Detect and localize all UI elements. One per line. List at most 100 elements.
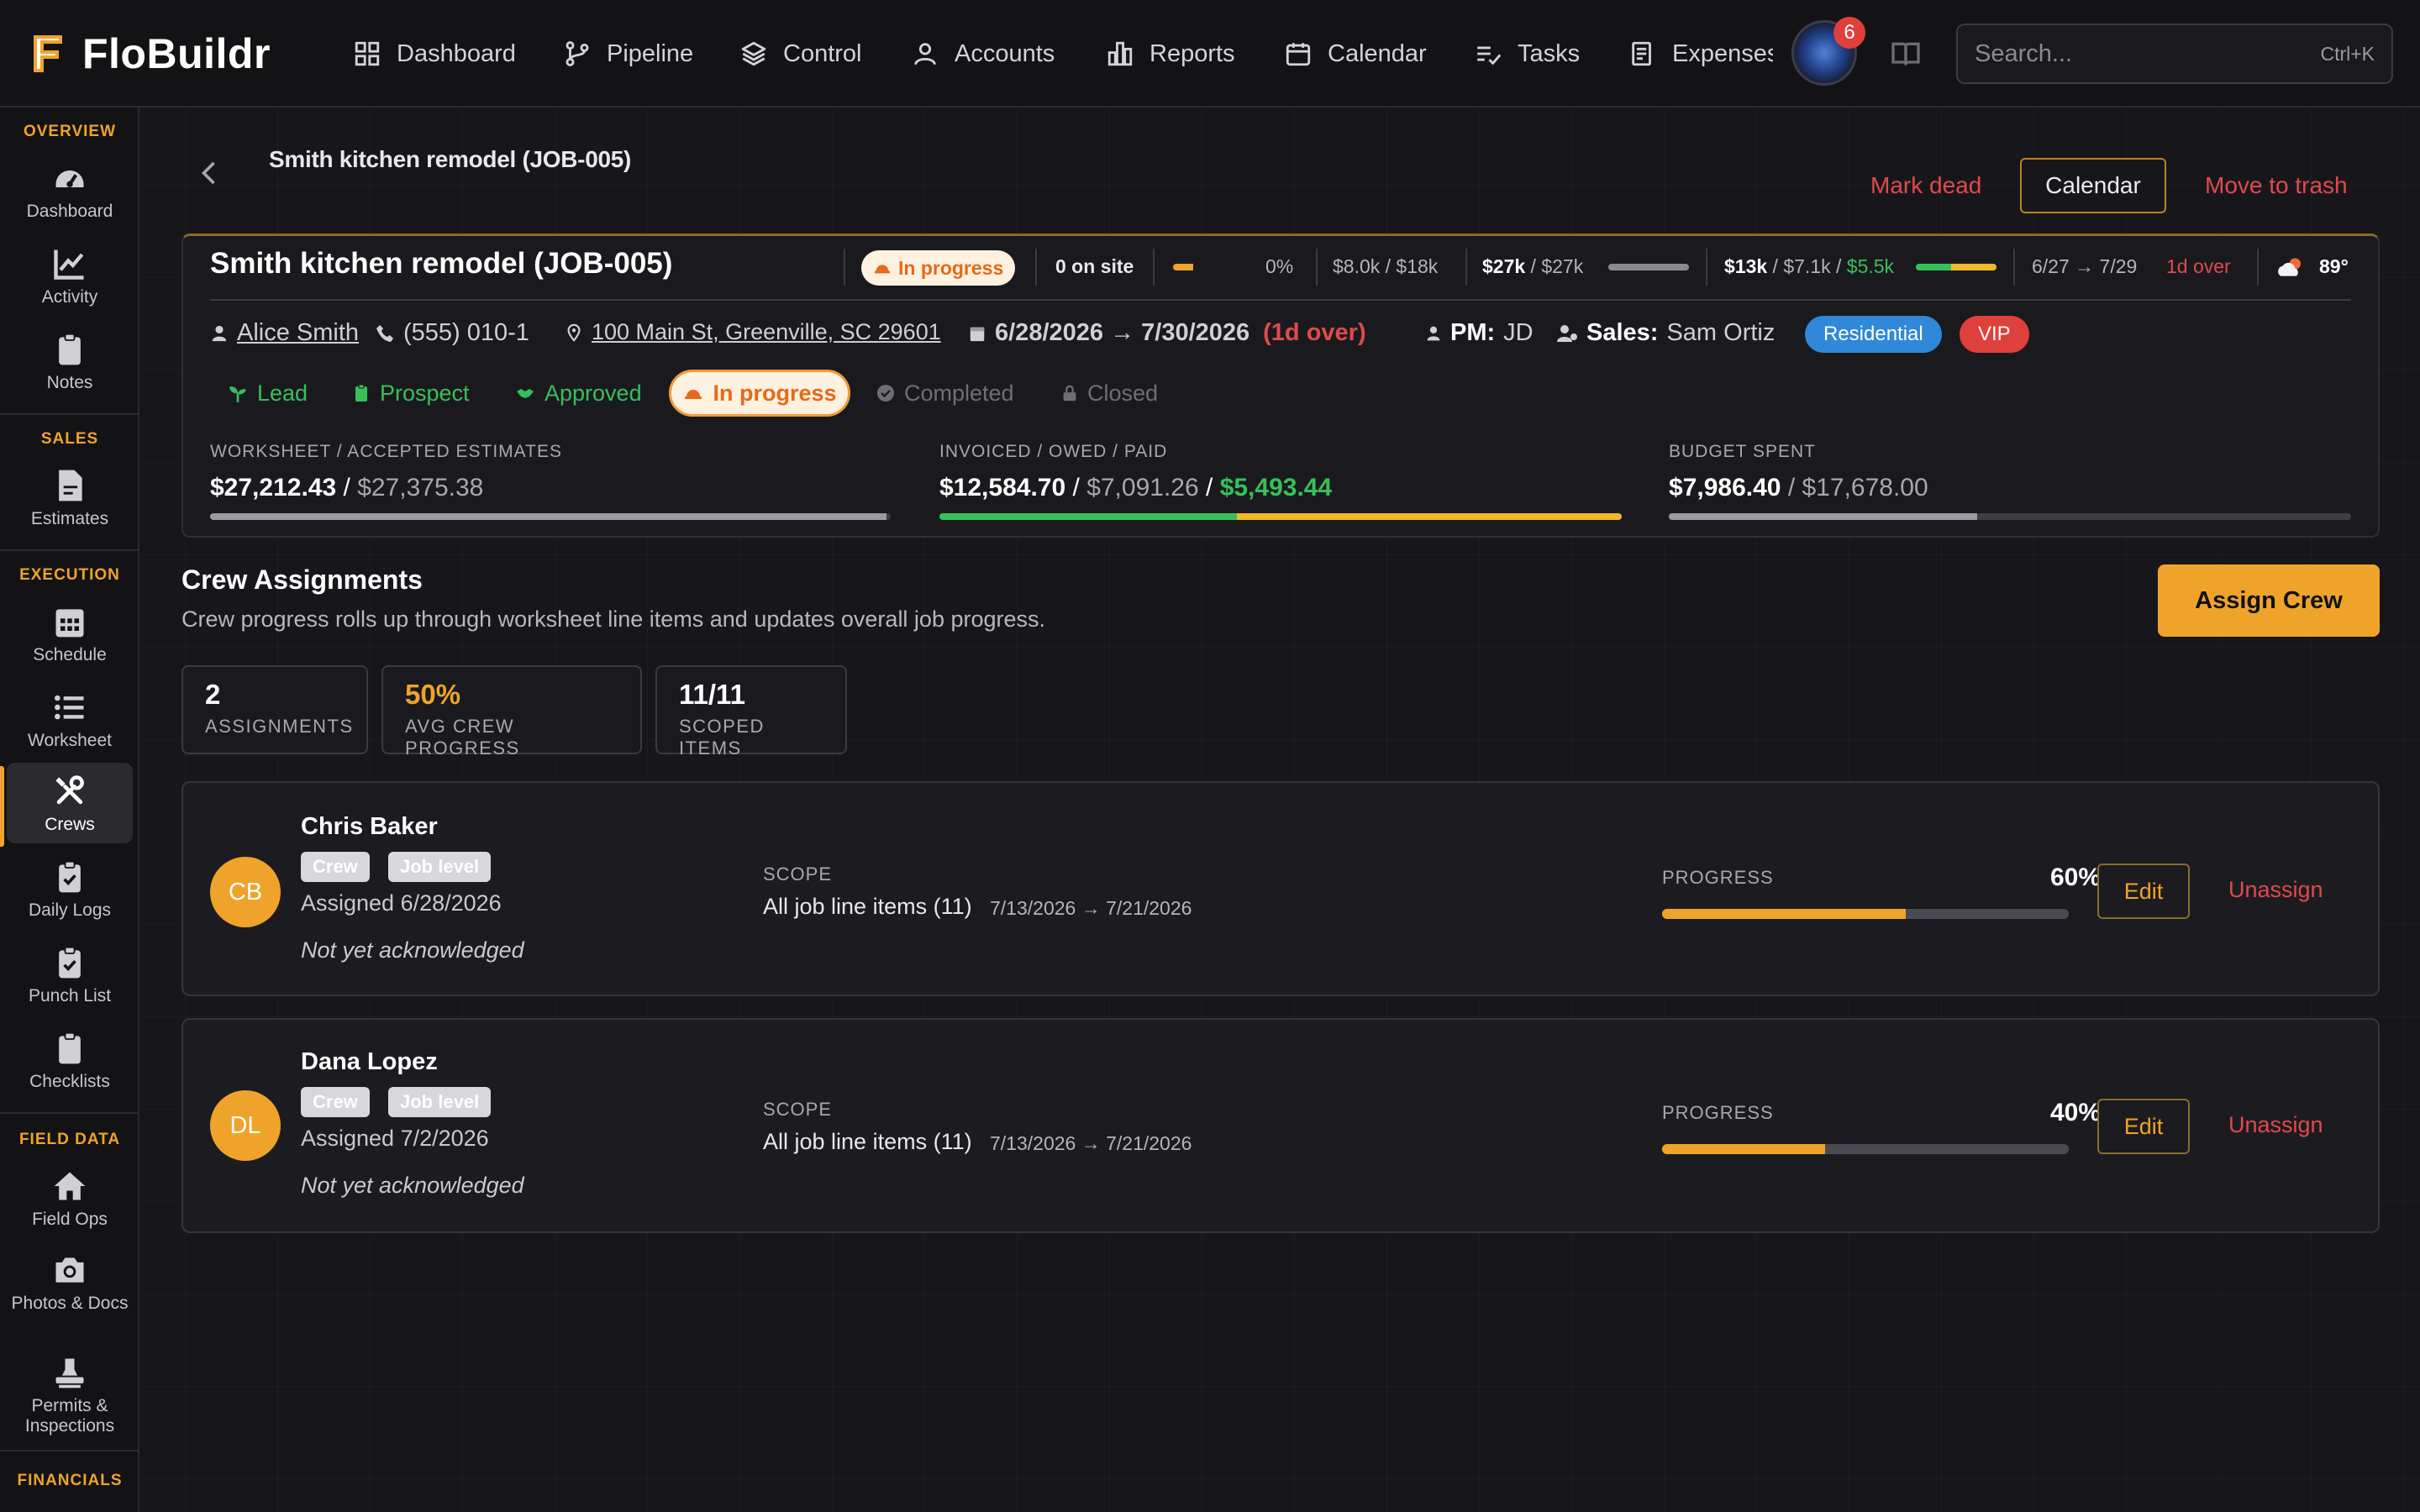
search-input[interactable] <box>1975 39 2294 68</box>
invoiced-value: $12,584.70 <box>939 474 1066 501</box>
nav-reports[interactable]: Reports <box>1106 30 1235 77</box>
sales-info: Sales: Sam Ortiz <box>1556 319 1775 347</box>
estimates-value: $27,375.38 <box>357 474 484 501</box>
job-progress-fill <box>1173 264 1193 270</box>
grid-icon <box>355 41 380 66</box>
invoiced-label: INVOICED / OWED / PAID <box>939 442 1168 461</box>
clipboard-icon <box>59 1032 81 1064</box>
sidebar-item-notes[interactable]: Notes <box>7 331 133 393</box>
edit-button[interactable]: Edit <box>2097 1099 2190 1154</box>
stage-in-progress[interactable]: In progress <box>669 370 850 417</box>
worksheet-summary: $27k / $27k <box>1482 255 1584 277</box>
app-logo[interactable]: FloBuildr <box>30 29 271 79</box>
stat-assignments: 2 ASSIGNMENTS <box>182 665 368 754</box>
nav-label: Reports <box>1150 39 1235 67</box>
mark-dead-button[interactable]: Mark dead <box>1870 172 1981 199</box>
nav-control[interactable]: Control <box>739 30 862 77</box>
budget-label: BUDGET SPENT <box>1669 442 1816 461</box>
stage-approved[interactable]: Approved <box>514 370 642 417</box>
client-info[interactable]: Alice Smith <box>210 319 359 347</box>
scope-value: All job line items (11) <box>763 1129 972 1154</box>
sidebar-item-punch-list[interactable]: Punch List <box>7 944 133 1006</box>
phone-number[interactable]: (555) 010-1 <box>403 319 529 347</box>
sidebar-item-worksheet[interactable]: Worksheet <box>7 689 133 751</box>
stage-closed[interactable]: Closed <box>1060 370 1158 417</box>
progress-label: PROGRESS <box>1662 1102 1774 1123</box>
tag-vip[interactable]: VIP <box>1960 316 2029 353</box>
date-over: (1d over) <box>1263 319 1366 346</box>
sidebar-item-crews[interactable]: Crews <box>7 763 133 843</box>
phone-info[interactable]: (555) 010-1 <box>375 319 529 347</box>
stage-prospect[interactable]: Prospect <box>351 370 470 417</box>
stage-completed[interactable]: Completed <box>876 370 1014 417</box>
scope-label: SCOPE <box>763 1099 833 1120</box>
section-title: Crew Assignments <box>182 564 423 595</box>
status-pill[interactable]: In progress <box>861 250 1016 286</box>
nav-label: Accounts <box>955 39 1055 67</box>
pm-info: PM: JD <box>1425 319 1534 347</box>
sidebar-item-label: Notes <box>46 373 93 392</box>
sidebar-item-checklists[interactable]: Checklists <box>7 1030 133 1092</box>
handshake-icon <box>517 389 534 398</box>
sidebar-item-label: Checklists <box>29 1072 110 1091</box>
back-arrow-icon[interactable] <box>195 156 225 190</box>
active-indicator <box>0 766 4 847</box>
nav-expenses[interactable]: Expenses <box>1628 30 1773 77</box>
move-to-trash-button[interactable]: Move to trash <box>2205 172 2348 199</box>
crew-assignment-card: CB Chris Baker Crew Job level Assigned 6… <box>182 781 2380 996</box>
scope-label: SCOPE <box>763 864 833 885</box>
sidebar-item-activity[interactable]: Activity <box>7 245 133 307</box>
owed-progress-fill <box>1237 513 1622 520</box>
sidebar-item-photos-docs[interactable]: Photos & Docs <box>7 1252 133 1314</box>
stage-lead[interactable]: Lead <box>227 370 308 417</box>
edit-button[interactable]: Edit <box>2097 864 2190 919</box>
sidebar-item-dashboard[interactable]: Dashboard <box>7 160 133 222</box>
chip-crew: Crew <box>301 852 370 882</box>
budget-total: $17,678.00 <box>1802 474 1928 501</box>
nav-accounts[interactable]: Accounts <box>911 30 1055 77</box>
crew-progress-bar <box>1662 909 2069 919</box>
person-badge-icon <box>1557 324 1577 342</box>
sidebar-item-label: Schedule <box>33 645 107 664</box>
job-progress-pct: 0% <box>1265 255 1294 277</box>
unassign-button[interactable]: Unassign <box>2228 877 2323 903</box>
stage-label: Completed <box>904 380 1014 406</box>
stage-label: Closed <box>1087 380 1159 406</box>
divider <box>2013 249 2015 286</box>
crew-progress-fill <box>1662 909 1907 919</box>
date-range-short: 6/27 → 7/29 <box>2032 255 2138 277</box>
unassign-button[interactable]: Unassign <box>2228 1112 2323 1138</box>
sidebar-item-daily-logs[interactable]: Daily Logs <box>7 858 133 921</box>
hardhat-icon <box>685 390 702 399</box>
search-box[interactable]: Ctrl+K <box>1956 24 2393 84</box>
owed-value: $7,091.26 <box>1086 474 1199 501</box>
list-icon <box>55 695 84 720</box>
client-name[interactable]: Alice Smith <box>237 319 359 347</box>
sidebar-item-permits[interactable]: Permits & Inspections <box>7 1354 133 1436</box>
budget-progress-fill <box>1669 513 1978 520</box>
book-icon[interactable] <box>1889 37 1923 71</box>
sidebar-item-field-ops[interactable]: Field Ops <box>7 1168 133 1230</box>
address[interactable]: 100 Main St, Greenville, SC 29601 <box>592 319 941 345</box>
calendar-button[interactable]: Calendar <box>2020 158 2166 213</box>
search-shortcut: Ctrl+K <box>2320 42 2375 65</box>
tag-residential[interactable]: Residential <box>1805 316 1942 353</box>
nav-tasks[interactable]: Tasks <box>1474 30 1580 77</box>
crew-avatar: CB <box>210 857 281 927</box>
sidebar-item-label: Permits & Inspections <box>24 1396 115 1436</box>
crew-name: Chris Baker <box>301 813 438 840</box>
nav-dashboard[interactable]: Dashboard <box>353 30 516 77</box>
estimates-short: $27k <box>1541 255 1584 277</box>
assign-crew-button[interactable]: Assign Crew <box>2158 564 2380 637</box>
crew-progress-bar <box>1662 1144 2069 1154</box>
calendar-grid-icon <box>55 609 84 638</box>
worksheet-value: $27,212.43 <box>210 474 337 501</box>
sidebar-item-label: Punch List <box>28 986 112 1005</box>
branch-icon <box>566 41 589 66</box>
address-info[interactable]: 100 Main St, Greenville, SC 29601 <box>565 319 941 345</box>
sidebar-item-estimates[interactable]: Estimates <box>7 467 133 529</box>
nav-pipeline[interactable]: Pipeline <box>563 30 693 77</box>
sidebar-item-schedule[interactable]: Schedule <box>7 603 133 665</box>
nav-calendar[interactable]: Calendar <box>1284 30 1427 77</box>
owed-mini-fill <box>1951 264 1996 270</box>
